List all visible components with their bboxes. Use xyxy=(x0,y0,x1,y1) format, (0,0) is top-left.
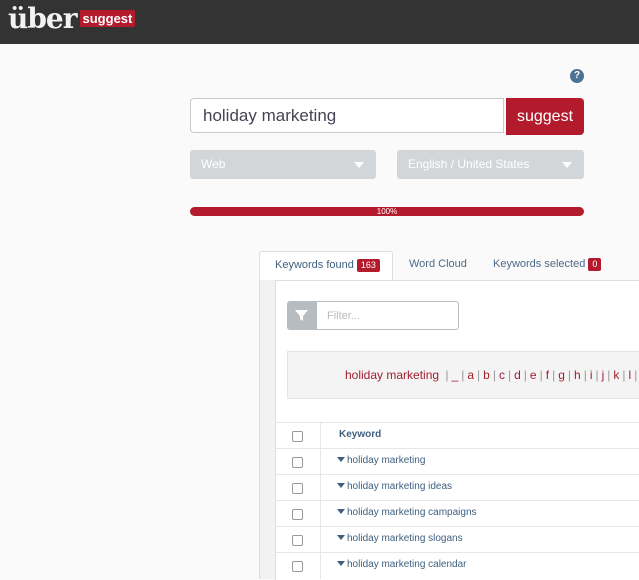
alphabet-separator: | xyxy=(552,368,556,382)
tab-word-cloud[interactable]: Word Cloud xyxy=(409,251,467,280)
keyword-text: holiday marketing campaigns xyxy=(347,507,477,518)
column-divider xyxy=(320,449,321,475)
suggest-button[interactable]: suggest xyxy=(506,98,584,135)
alphabet-links: holiday marketing | _ | a | b | c | d | e | f | g | h | i | j… xyxy=(345,368,639,382)
keywords-found-count-badge: 163 xyxy=(356,259,380,272)
column-divider xyxy=(320,501,321,527)
alphabet-filter-bar: holiday marketing | _ | a | b | c | d | e | f | g | h | i | j… xyxy=(287,351,639,399)
column-divider xyxy=(320,553,321,579)
table-row: holiday marketing ideas xyxy=(275,474,639,501)
alphabet-separator: | xyxy=(445,368,449,382)
table-header-row: Keyword xyxy=(275,422,639,449)
panel-gutter xyxy=(259,280,275,579)
keyword-text: holiday marketing calendar xyxy=(347,559,467,570)
table-row: holiday marketing calendar xyxy=(275,552,639,579)
keyword-text: holiday marketing ideas xyxy=(347,481,453,492)
logo-uber-text: über xyxy=(8,2,78,35)
filter-icon[interactable] xyxy=(287,301,316,330)
alphabet-separator: | xyxy=(567,368,571,382)
alphabet-separator: | xyxy=(583,368,587,382)
help-icon[interactable]: ? xyxy=(570,69,584,83)
table-row: holiday marketing campaigns xyxy=(275,500,639,527)
column-divider xyxy=(320,475,321,501)
progress-bar: 100% xyxy=(190,207,584,216)
keyword-text: holiday marketing slogans xyxy=(347,533,463,544)
alphabet-letter-link[interactable]: a xyxy=(467,368,474,382)
alphabet-letter-link[interactable]: h xyxy=(574,368,581,382)
alphabet-separator: | xyxy=(477,368,481,382)
row-checkbox[interactable] xyxy=(292,457,303,468)
alphabet-letter-link[interactable]: b xyxy=(483,368,490,382)
row-checkbox[interactable] xyxy=(292,535,303,546)
row-checkbox[interactable] xyxy=(292,483,303,494)
keyword-table: Keyword holiday marketing holiday marketi… xyxy=(275,422,639,579)
alphabet-letter-link[interactable]: f xyxy=(546,368,549,382)
column-divider xyxy=(320,423,321,449)
keyword-cell[interactable]: holiday marketing slogans xyxy=(337,533,463,544)
alphabet-letter-link[interactable]: _ xyxy=(452,368,459,382)
alphabet-letter-link[interactable]: g xyxy=(558,368,565,382)
source-select[interactable]: Web xyxy=(190,150,376,179)
table-row: holiday marketing slogans xyxy=(275,526,639,553)
tab-word-cloud-label: Word Cloud xyxy=(409,258,467,270)
alphabet-letter-link[interactable]: k xyxy=(613,368,619,382)
ubersuggest-logo[interactable]: über suggest xyxy=(8,2,136,35)
tab-keywords-found-label: Keywords found xyxy=(275,259,354,271)
logo-suggest-text: suggest xyxy=(79,10,136,27)
progress-label: 100% xyxy=(376,207,398,216)
alphabet-separator: | xyxy=(539,368,543,382)
row-checkbox[interactable] xyxy=(292,561,303,572)
alphabet-separator: | xyxy=(622,368,626,382)
alphabet-separator: | xyxy=(492,368,496,382)
alphabet-letter-link[interactable]: l xyxy=(629,368,632,382)
alphabet-separator: | xyxy=(461,368,465,382)
tab-keywords-selected-label: Keywords selected xyxy=(493,258,586,270)
column-divider xyxy=(320,527,321,553)
keyword-column-header[interactable]: Keyword xyxy=(339,429,381,440)
alphabet-separator: | xyxy=(507,368,512,382)
alphabet-letter-link[interactable]: j xyxy=(602,368,605,382)
expand-caret-icon[interactable] xyxy=(337,457,345,462)
alphabet-letter-link[interactable]: c xyxy=(499,368,505,382)
keyword-cell[interactable]: holiday marketing xyxy=(337,455,425,466)
chevron-down-icon xyxy=(562,162,572,168)
keyword-cell[interactable]: holiday marketing calendar xyxy=(337,559,467,570)
alphabet-letter-link[interactable]: i xyxy=(590,368,593,382)
tab-keywords-selected[interactable]: Keywords selected 0 xyxy=(493,251,602,280)
keyword-cell[interactable]: holiday marketing campaigns xyxy=(337,507,477,518)
alphabet-keyword-link[interactable]: holiday marketing xyxy=(345,368,439,382)
row-checkbox[interactable] xyxy=(292,509,303,520)
tab-keywords-found[interactable]: Keywords found 163 xyxy=(259,251,393,280)
alphabet-letter-link[interactable]: d xyxy=(514,368,521,382)
expand-caret-icon[interactable] xyxy=(337,535,345,540)
table-row: holiday marketing xyxy=(275,448,639,475)
expand-caret-icon[interactable] xyxy=(337,483,345,488)
alphabet-separator: | xyxy=(634,368,638,382)
alphabet-separator: | xyxy=(595,368,599,382)
search-input[interactable] xyxy=(190,98,504,133)
filter-input[interactable] xyxy=(316,301,459,330)
source-select-value: Web xyxy=(201,157,226,171)
top-navbar: über suggest xyxy=(0,0,639,44)
alphabet-separator: | xyxy=(523,368,527,382)
language-select[interactable]: English / United States xyxy=(397,150,584,179)
alphabet-separator: | xyxy=(607,368,611,382)
filter-group xyxy=(287,301,459,330)
keyword-cell[interactable]: holiday marketing ideas xyxy=(337,481,452,492)
expand-caret-icon[interactable] xyxy=(337,561,345,566)
chevron-down-icon xyxy=(354,162,364,168)
keyword-text: holiday marketing xyxy=(347,455,426,466)
language-select-value: English / United States xyxy=(408,157,530,171)
expand-caret-icon[interactable] xyxy=(337,509,345,514)
select-all-checkbox[interactable] xyxy=(292,431,303,442)
keywords-selected-count-badge: 0 xyxy=(588,258,602,271)
alphabet-letter-link[interactable]: e xyxy=(530,368,537,382)
